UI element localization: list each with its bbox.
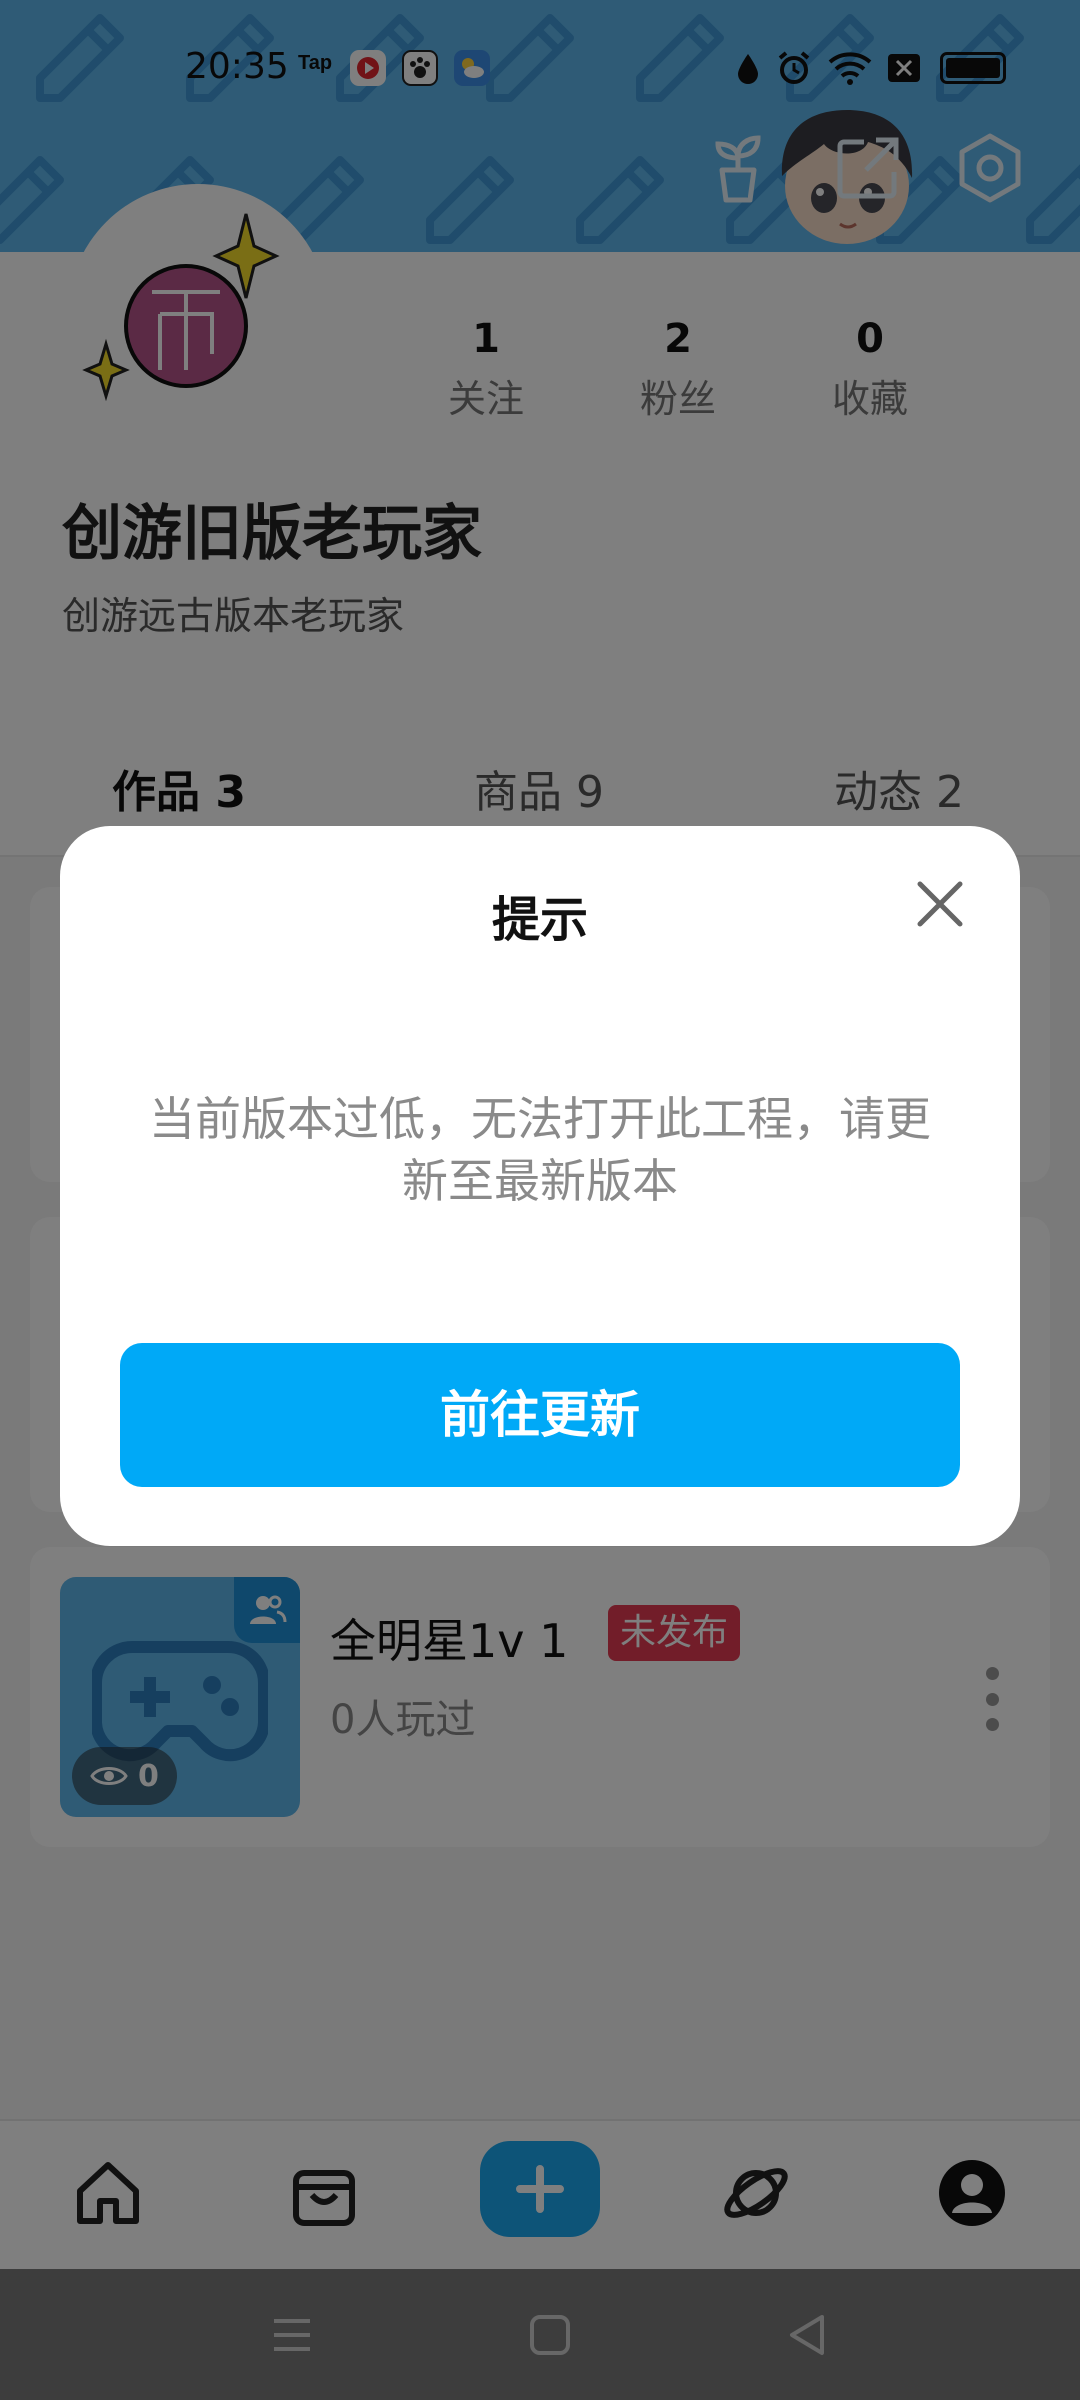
update-button[interactable]: 前往更新 (120, 1343, 960, 1487)
update-dialog: 提示 当前版本过低，无法打开此工程，请更新至最新版本 前往更新 (60, 826, 1020, 1546)
dialog-title: 提示 (491, 892, 588, 948)
dialog-message: 当前版本过低，无法打开此工程，请更新至最新版本 (149, 1092, 931, 1208)
close-icon[interactable] (914, 878, 966, 930)
